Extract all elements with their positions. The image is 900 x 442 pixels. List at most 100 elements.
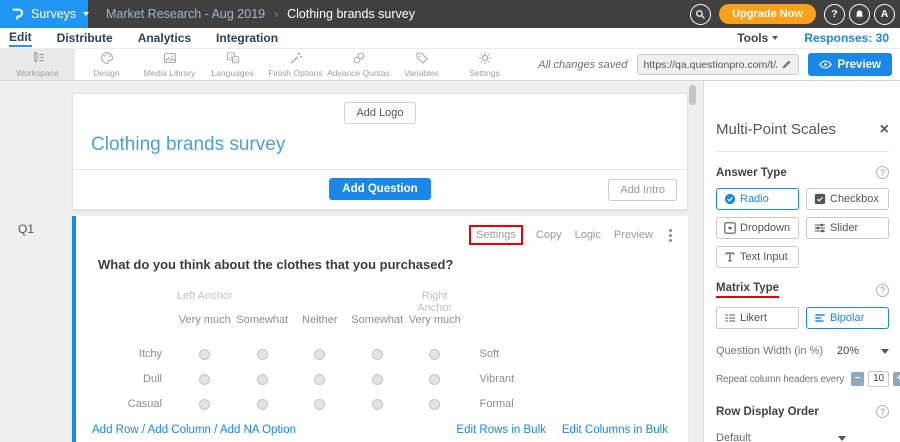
column-header[interactable]: Very much <box>176 314 234 342</box>
radio-cell[interactable] <box>291 392 349 417</box>
repeat-rows-input[interactable]: 10 <box>868 371 889 387</box>
decrement-button[interactable]: − <box>851 372 864 386</box>
right-anchor-label[interactable]: Right Anchor <box>406 290 464 314</box>
matrix-type-bipolar[interactable]: Bipolar <box>806 307 889 329</box>
add-column-link[interactable]: Add Column <box>148 424 211 436</box>
more-options-icon[interactable] <box>666 227 675 244</box>
radio-cell[interactable] <box>234 342 292 367</box>
column-header[interactable]: Somewhat <box>234 314 292 342</box>
radio-icon <box>372 399 383 410</box>
question-preview-button[interactable]: Preview <box>614 229 653 241</box>
radio-cell[interactable] <box>349 392 407 417</box>
search-button[interactable] <box>690 4 711 25</box>
answer-type-slider[interactable]: Slider <box>806 217 889 239</box>
translate-icon: A <box>226 51 240 67</box>
radio-cell[interactable] <box>176 342 234 367</box>
upgrade-now-button[interactable]: Upgrade Now <box>719 4 816 24</box>
tab-settings[interactable]: Settings <box>453 49 516 80</box>
close-icon[interactable]: × <box>880 122 889 138</box>
row-label-left[interactable]: Dull <box>76 367 176 392</box>
add-question-button[interactable]: Add Question <box>329 178 430 200</box>
help-icon[interactable]: ? <box>876 405 889 418</box>
tab-design[interactable]: Design <box>75 49 138 80</box>
vertical-scrollbar[interactable] <box>689 85 696 105</box>
survey-url-value: https://qa.questionpro.com/t/APNrFZfQ <box>644 59 777 71</box>
question-card: Settings Copy Logic Preview What do you … <box>72 216 688 442</box>
tab-workspace[interactable]: Workspace <box>0 49 75 80</box>
radio-icon <box>314 374 325 385</box>
option-label: Bipolar <box>830 312 864 324</box>
responses-count[interactable]: Responses: 30 <box>804 31 889 45</box>
matrix-type-label: Matrix Type <box>716 282 779 298</box>
answer-type-label: Answer Type <box>716 167 787 179</box>
question-width-row[interactable]: Question Width (in %) 20% <box>716 345 889 357</box>
row-display-order-select[interactable]: Default <box>716 432 846 442</box>
column-header[interactable]: Somewhat <box>349 314 407 342</box>
add-intro-button[interactable]: Add Intro <box>608 179 677 201</box>
menu-integration[interactable]: Integration <box>216 31 278 45</box>
edit-pencil-icon[interactable] <box>781 59 792 70</box>
row-label-right[interactable]: Formal <box>464 392 689 417</box>
add-na-option-link[interactable]: Add NA Option <box>220 424 296 436</box>
row-label-left[interactable]: Casual <box>76 392 176 417</box>
answer-type-dropdown[interactable]: Dropdown <box>716 217 799 239</box>
surveys-dropdown[interactable]: Surveys <box>0 0 88 28</box>
avatar[interactable]: A <box>874 4 895 25</box>
toolbar-right: All changes saved https://qa.questionpro… <box>538 49 900 80</box>
radio-cell[interactable] <box>406 367 464 392</box>
question-text[interactable]: What do you think about the clothes that… <box>98 257 688 272</box>
answer-type-text-input[interactable]: Text Input <box>716 246 799 268</box>
breadcrumb-project[interactable]: Market Research - Aug 2019 <box>106 7 265 21</box>
question-actions: Settings Copy Logic Preview <box>76 216 688 245</box>
add-logo-button[interactable]: Add Logo <box>344 102 415 124</box>
radio-cell[interactable] <box>176 367 234 392</box>
radio-cell[interactable] <box>349 367 407 392</box>
tab-variables[interactable]: Variables <box>390 49 453 80</box>
radio-cell[interactable] <box>406 392 464 417</box>
tools-dropdown[interactable]: Tools <box>737 31 778 45</box>
column-header[interactable]: Very much <box>406 314 464 342</box>
question-copy-button[interactable]: Copy <box>536 229 562 241</box>
link-separator: / <box>214 424 217 436</box>
radio-cell[interactable] <box>234 367 292 392</box>
content: Q1 Add Logo Clothing brands survey Add Q… <box>0 81 900 442</box>
column-header[interactable]: Neither <box>291 314 349 342</box>
survey-title[interactable]: Clothing brands survey <box>73 124 687 169</box>
increment-button[interactable]: + <box>893 372 900 386</box>
radio-cell[interactable] <box>406 342 464 367</box>
radio-cell[interactable] <box>234 392 292 417</box>
matrix-type-options: Likert Bipolar <box>716 307 889 329</box>
help-icon[interactable]: ? <box>876 284 889 297</box>
preview-button[interactable]: Preview <box>808 53 892 76</box>
help-button[interactable]: ? <box>824 4 845 25</box>
menu-analytics[interactable]: Analytics <box>138 31 191 45</box>
matrix-type-likert[interactable]: Likert <box>716 307 799 329</box>
add-row-link[interactable]: Add Row <box>92 424 139 436</box>
dropdown-option-icon <box>724 222 736 234</box>
left-anchor-label[interactable]: Left Anchor <box>176 290 234 314</box>
row-label-right[interactable]: Soft <box>464 342 689 367</box>
help-icon[interactable]: ? <box>876 166 889 179</box>
tab-advance-quotas[interactable]: Advance Quotas <box>327 49 390 80</box>
answer-type-checkbox[interactable]: Checkbox <box>806 188 889 210</box>
notifications-button[interactable] <box>849 4 870 25</box>
edit-rows-bulk-link[interactable]: Edit Rows in Bulk <box>456 424 545 436</box>
radio-cell[interactable] <box>349 342 407 367</box>
edit-columns-bulk-link[interactable]: Edit Columns in Bulk <box>562 424 668 436</box>
question-logic-button[interactable]: Logic <box>575 229 601 241</box>
radio-cell[interactable] <box>176 392 234 417</box>
radio-cell[interactable] <box>291 367 349 392</box>
radio-cell[interactable] <box>291 342 349 367</box>
survey-header-card: Add Logo Clothing brands survey Add Ques… <box>72 93 688 210</box>
menu-edit[interactable]: Edit <box>9 30 32 47</box>
tab-media-library[interactable]: Media Library <box>138 49 201 80</box>
row-label-right[interactable]: Vibrant <box>464 367 689 392</box>
bipolar-option-icon <box>814 312 826 324</box>
menu-distribute[interactable]: Distribute <box>57 31 113 45</box>
survey-url-field[interactable]: https://qa.questionpro.com/t/APNrFZfQ <box>637 54 799 75</box>
row-label-left[interactable]: Itchy <box>76 342 176 367</box>
answer-type-radio[interactable]: Radio <box>716 188 799 210</box>
tab-finish-options[interactable]: Finish Options <box>264 49 327 80</box>
tab-languages[interactable]: A Languages <box>201 49 264 80</box>
question-settings-button[interactable]: Settings <box>469 225 523 245</box>
